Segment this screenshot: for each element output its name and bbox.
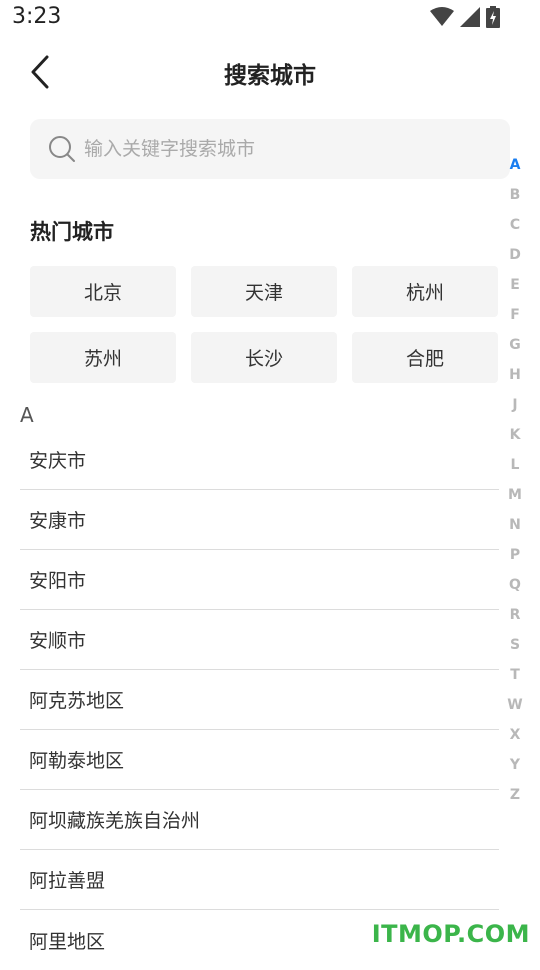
hot-cities-grid: 北京 天津 杭州 苏州 长沙 合肥 (30, 266, 499, 383)
index-letter-x[interactable]: X (510, 720, 521, 750)
index-letter-r[interactable]: R (510, 600, 521, 630)
index-letter-k[interactable]: K (510, 420, 521, 450)
index-letter-e[interactable]: E (510, 270, 520, 300)
index-letter-b[interactable]: B (510, 180, 521, 210)
index-letter-m[interactable]: M (508, 480, 522, 510)
city-list-item[interactable]: 安康市 (20, 490, 499, 550)
index-letter-g[interactable]: G (509, 330, 521, 360)
search-icon (49, 136, 75, 162)
page-title: 搜索城市 (224, 63, 316, 89)
city-list-item[interactable]: 阿克苏地区 (20, 670, 499, 730)
hot-city-button[interactable]: 天津 (191, 266, 337, 317)
index-letter-n[interactable]: N (509, 510, 521, 540)
hot-city-button[interactable]: 北京 (30, 266, 176, 317)
city-list-item[interactable]: 安阳市 (20, 550, 499, 610)
search-box[interactable] (30, 119, 510, 179)
index-letter-p[interactable]: P (510, 540, 520, 570)
index-letter-s[interactable]: S (510, 630, 520, 660)
index-letter-h[interactable]: H (509, 360, 521, 390)
alphabet-index[interactable]: ABCDEFGHJKLMNPQRSTWXYZ (507, 150, 523, 810)
wifi-icon (430, 7, 454, 26)
status-bar: 3:23 (0, 0, 540, 38)
index-letter-j[interactable]: J (512, 390, 517, 420)
status-time: 3:23 (12, 4, 62, 29)
index-letter-t[interactable]: T (510, 660, 520, 690)
hot-cities-title: 热门城市 (30, 220, 114, 244)
battery-icon (486, 6, 500, 28)
city-list: 安庆市 安康市 安阳市 安顺市 阿克苏地区 阿勒泰地区 阿坝藏族羌族自治州 阿拉… (20, 430, 499, 970)
city-list-item[interactable]: 阿拉善盟 (20, 850, 499, 910)
index-letter-c[interactable]: C (510, 210, 520, 240)
city-list-item[interactable]: 阿勒泰地区 (20, 730, 499, 790)
index-letter-q[interactable]: Q (509, 570, 521, 600)
index-letter-z[interactable]: Z (510, 780, 520, 810)
hot-city-button[interactable]: 合肥 (352, 332, 498, 383)
city-list-item[interactable]: 安庆市 (20, 430, 499, 490)
hot-city-button[interactable]: 苏州 (30, 332, 176, 383)
index-letter-f[interactable]: F (510, 300, 520, 330)
watermark-logo: ITMOP.COM (371, 920, 530, 948)
hot-city-button[interactable]: 长沙 (191, 332, 337, 383)
index-letter-d[interactable]: D (509, 240, 521, 270)
search-input[interactable] (84, 138, 484, 160)
section-header: A (20, 403, 34, 427)
index-letter-y[interactable]: Y (510, 750, 520, 780)
index-letter-l[interactable]: L (511, 450, 520, 480)
index-letter-w[interactable]: W (507, 690, 522, 720)
hot-city-button[interactable]: 杭州 (352, 266, 498, 317)
signal-icon (460, 7, 480, 27)
header: 搜索城市 (0, 40, 540, 104)
city-list-item[interactable]: 阿坝藏族羌族自治州 (20, 790, 499, 850)
status-icons (430, 6, 500, 28)
index-letter-a[interactable]: A (510, 150, 521, 180)
city-list-item[interactable]: 安顺市 (20, 610, 499, 670)
